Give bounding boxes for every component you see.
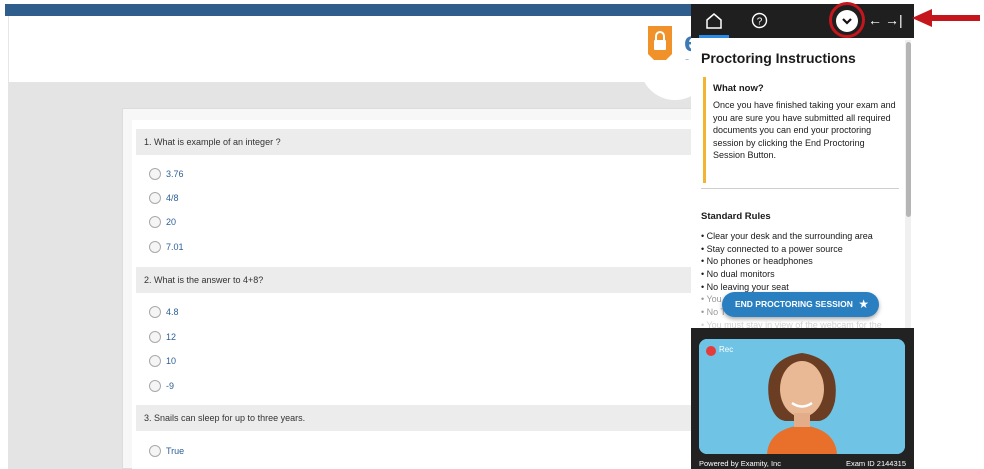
- rule-item: • Clear your desk and the surrounding ar…: [701, 231, 873, 241]
- end-button-label: END PROCTORING SESSION: [735, 299, 853, 309]
- home-tab-indicator: [699, 35, 729, 38]
- home-icon[interactable]: [705, 12, 723, 29]
- panel-title: Proctoring Instructions: [701, 50, 856, 66]
- help-icon[interactable]: ?: [751, 12, 768, 29]
- scrollbar-thumb[interactable]: [906, 42, 911, 217]
- panel-nav-bar: ? ← →|: [691, 2, 914, 38]
- back-arrow-icon[interactable]: ←: [868, 12, 882, 28]
- question-1-option-4[interactable]: 7.01: [149, 239, 184, 255]
- rule-item: • No dual monitors: [701, 269, 775, 280]
- radio-button[interactable]: [149, 331, 161, 343]
- section-divider: [701, 188, 899, 189]
- right-margin: [914, 0, 984, 469]
- question-2-header: 2. What is the answer to 4+8?: [136, 267, 691, 293]
- rule-item: • No phones or headphones: [701, 256, 813, 267]
- pointer-arrow-icon: [912, 9, 980, 27]
- collapse-button[interactable]: [836, 10, 858, 32]
- top-bar: [5, 4, 691, 16]
- radio-button[interactable]: [149, 168, 161, 180]
- question-1-option-3[interactable]: 20: [149, 214, 176, 230]
- radio-button[interactable]: [149, 355, 161, 367]
- svg-text:?: ?: [757, 16, 763, 27]
- radio-button[interactable]: [149, 306, 161, 318]
- radio-button[interactable]: [149, 241, 161, 253]
- radio-button[interactable]: [149, 380, 161, 392]
- question-2-option-3[interactable]: 10: [149, 353, 176, 369]
- powered-by-text: Powered by Examity, Inc: [699, 459, 781, 468]
- radio-button[interactable]: [149, 192, 161, 204]
- question-1-option-1[interactable]: 3.76: [149, 166, 184, 182]
- radio-button[interactable]: [149, 445, 161, 457]
- person-image: [699, 339, 905, 454]
- star-icon: ★: [858, 297, 869, 311]
- webcam-feed: Rec: [699, 339, 905, 454]
- exam-header: [8, 16, 691, 82]
- end-proctoring-session-button[interactable]: END PROCTORING SESSION ★: [722, 292, 879, 317]
- recording-label: Rec: [719, 345, 734, 354]
- rule-item: • Stay connected to a power source: [701, 243, 843, 254]
- question-1-option-2[interactable]: 4/8: [149, 190, 179, 206]
- question-2-option-2[interactable]: 12: [149, 329, 176, 345]
- webcam-area: Rec Powered by Examity, Inc Exam ID 2144…: [691, 328, 914, 469]
- chevron-down-icon: [842, 18, 852, 25]
- what-now-note: What now? Once you have finished taking …: [703, 77, 899, 183]
- rules-title: Standard Rules: [701, 211, 771, 222]
- proctor-panel: ? ← →| Proctoring Instructions What now?…: [691, 2, 914, 469]
- page-left-margin: [0, 0, 5, 469]
- recording-dot-icon: [706, 346, 716, 356]
- question-3-header: 3. Snails can sleep for up to three year…: [136, 405, 691, 431]
- question-3-option-1[interactable]: True: [149, 443, 184, 459]
- question-1-header: 1. What is example of an integer ?: [136, 129, 691, 155]
- radio-button[interactable]: [149, 216, 161, 228]
- question-2-option-1[interactable]: 4.8: [149, 304, 179, 320]
- question-2-option-4[interactable]: -9: [149, 378, 174, 394]
- exam-id-text: Exam ID 2144315: [845, 459, 906, 468]
- dock-right-icon[interactable]: →|: [885, 12, 903, 28]
- note-title: What now?: [713, 83, 764, 94]
- note-text: Once you have finished taking your exam …: [713, 100, 896, 160]
